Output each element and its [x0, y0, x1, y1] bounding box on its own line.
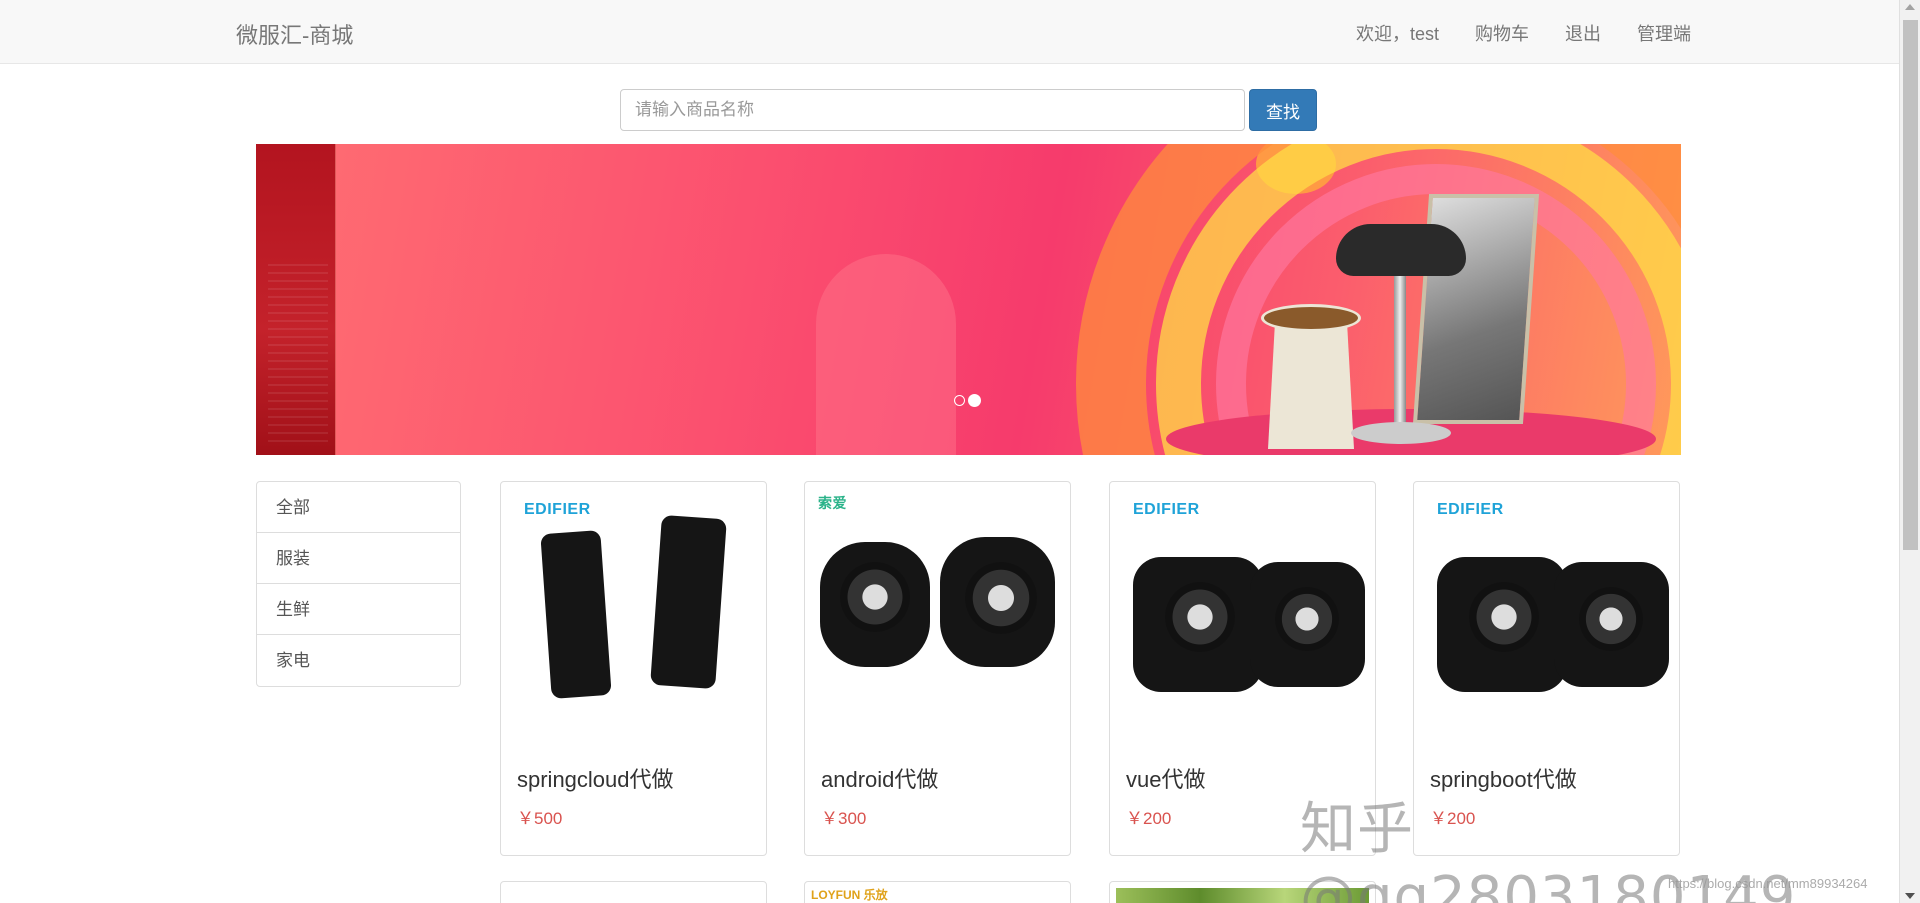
product-brand-logo: EDIFIER: [524, 501, 591, 518]
product-name: springcloud代做: [517, 767, 674, 792]
nav-welcome-user[interactable]: 欢迎，test: [1356, 20, 1439, 46]
carousel-indicator-1[interactable]: [954, 395, 965, 406]
navbar: 微服汇-商城 欢迎，test 购物车 退出 管理端: [0, 0, 1899, 64]
product-price: ￥200: [1126, 809, 1172, 828]
category-item-all[interactable]: 全部: [257, 482, 460, 533]
carousel-indicator-2[interactable]: [968, 394, 981, 407]
product-image: EDIFIER: [1419, 487, 1674, 732]
nav-admin-link[interactable]: 管理端: [1637, 20, 1691, 46]
search-input[interactable]: [620, 89, 1245, 131]
product-image: EDIFIER: [1115, 487, 1370, 732]
scroll-up-arrow-icon[interactable]: [1905, 4, 1915, 10]
category-item-clothing[interactable]: 服装: [257, 533, 460, 584]
product-image: EDIFIER: [506, 487, 761, 732]
product-brand-logo: 索爱: [818, 495, 847, 511]
product-name: vue代做: [1126, 767, 1206, 792]
nav-links: 欢迎，test 购物车 退出 管理端: [1356, 20, 1691, 46]
product-brand-logo: LOYFUN 乐放: [811, 888, 888, 902]
banner-side-panel: [256, 144, 336, 455]
product-card-partial[interactable]: LOYFUN 乐放: [804, 881, 1071, 903]
scroll-down-arrow-icon[interactable]: [1905, 893, 1915, 899]
category-item-appliances[interactable]: 家电: [257, 635, 460, 686]
search-button[interactable]: 查找: [1249, 89, 1317, 131]
scrollbar-thumb[interactable]: [1903, 20, 1918, 550]
product-card[interactable]: 索爱 android代做 ￥300: [804, 481, 1071, 856]
page-scrollbar[interactable]: [1899, 0, 1920, 903]
watermark-url: https://blog.csdn.net/mm89934264: [1668, 876, 1868, 891]
product-card-partial[interactable]: [500, 881, 767, 903]
banner-carousel[interactable]: [256, 144, 1681, 455]
nav-cart-link[interactable]: 购物车: [1475, 20, 1529, 46]
product-price: ￥500: [517, 809, 563, 828]
product-brand-logo: EDIFIER: [1437, 501, 1504, 518]
product-image: 索爱: [810, 487, 1065, 732]
product-brand-logo: EDIFIER: [1133, 501, 1200, 518]
product-card[interactable]: EDIFIER springcloud代做 ￥500: [500, 481, 767, 856]
banner-barstool-image: [1316, 224, 1476, 454]
product-name: android代做: [821, 767, 939, 792]
product-price: ￥300: [821, 809, 867, 828]
category-list: 全部 服装 生鲜 家电: [256, 481, 461, 687]
brand-link[interactable]: 微服汇-商城: [236, 18, 353, 50]
category-item-fresh[interactable]: 生鲜: [257, 584, 460, 635]
nav-logout-link[interactable]: 退出: [1565, 20, 1601, 46]
carousel-indicators: [954, 394, 981, 407]
